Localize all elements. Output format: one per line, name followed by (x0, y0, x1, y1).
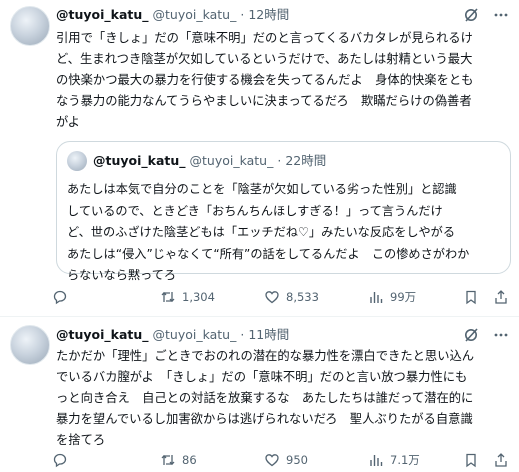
quote-header: @tuyoi_katu_ @tuyoi_katu_ · 22時間 (93, 152, 326, 170)
like-button[interactable]: 8,533 (264, 287, 319, 307)
views-button[interactable]: 99万 (368, 287, 416, 307)
repost-count: 86 (182, 453, 197, 467)
user-handle[interactable]: @tuyoi_katu_ (153, 7, 237, 22)
user-handle[interactable]: @tuyoi_katu_ (153, 327, 237, 342)
share-icon[interactable] (493, 289, 509, 305)
repost-icon (161, 454, 175, 466)
display-name[interactable]: @tuyoi_katu_ (56, 7, 149, 22)
views-icon (370, 455, 383, 466)
repost-icon (161, 291, 175, 303)
bookmark-icon[interactable] (463, 452, 479, 468)
views-button[interactable]: 7.1万 (368, 450, 420, 470)
like-count: 8,533 (286, 290, 319, 304)
bookmark-icon[interactable] (463, 289, 479, 305)
tweet[interactable]: @tuyoi_katu_ @tuyoi_katu_ · 11時間 たかだか「理性… (0, 317, 519, 472)
action-bar: 86 950 7.1万 (52, 450, 509, 470)
timestamp[interactable]: 12時間 (248, 7, 289, 22)
quoted-tweet[interactable]: @tuyoi_katu_ @tuyoi_katu_ · 22時間 あたしは本気で… (56, 141, 511, 282)
reply-icon (53, 453, 67, 468)
tweet-header: @tuyoi_katu_ @tuyoi_katu_ · 11時間 (56, 326, 509, 344)
display-name[interactable]: @tuyoi_katu_ (56, 327, 149, 342)
timestamp[interactable]: 11時間 (248, 327, 289, 342)
like-icon (265, 454, 279, 467)
tweet-header: @tuyoi_katu_ @tuyoi_katu_ · 12時間 (56, 6, 509, 24)
view-count: 99万 (390, 290, 417, 304)
tweet-text: たかだか「理性」ごときでおのれの潜在的な暴力性を漂白できたと思い込ん でいるバカ… (56, 349, 475, 447)
separator-dot: · (240, 7, 245, 22)
more-icon[interactable] (493, 7, 509, 23)
views-icon (370, 292, 383, 303)
header-actions (463, 326, 509, 344)
quote-timestamp: 22時間 (285, 153, 327, 168)
header-actions (463, 6, 509, 24)
like-button[interactable]: 950 (264, 450, 308, 470)
tweet[interactable]: @tuyoi_katu_ @tuyoi_katu_ · 12時間 引用で「きしょ… (0, 0, 519, 312)
avatar[interactable] (10, 325, 50, 365)
repost-button[interactable]: 1,304 (160, 287, 215, 307)
grok-icon[interactable] (463, 327, 479, 343)
grok-icon[interactable] (463, 7, 479, 23)
quote-handle: @tuyoi_katu_ (189, 153, 274, 168)
repost-button[interactable]: 86 (160, 450, 197, 470)
repost-count: 1,304 (182, 290, 215, 304)
quote-display-name: @tuyoi_katu_ (93, 153, 186, 168)
reply-button[interactable] (52, 450, 74, 470)
share-icon[interactable] (493, 452, 509, 468)
reply-button[interactable] (52, 287, 74, 307)
more-icon[interactable] (493, 327, 509, 343)
reply-icon (53, 290, 67, 305)
tweet-text: 引用で「きしょ」だの「意味不明」だのと言ってくるバカタレが見られるけ ど、生まれ… (56, 31, 474, 129)
quote-separator-dot: · (277, 153, 282, 168)
like-count: 950 (286, 453, 308, 467)
like-icon (265, 291, 279, 304)
quote-avatar (67, 151, 87, 171)
action-bar: 1,304 8,533 99万 (52, 287, 509, 307)
secondary-actions (463, 450, 509, 470)
secondary-actions (463, 287, 509, 307)
quote-text: あたしは本気で自分のことを「陰茎が欠如している劣った性別」と認識 しているので、… (67, 182, 470, 282)
view-count: 7.1万 (390, 453, 420, 467)
avatar[interactable] (10, 6, 50, 46)
separator-dot: · (240, 327, 245, 342)
